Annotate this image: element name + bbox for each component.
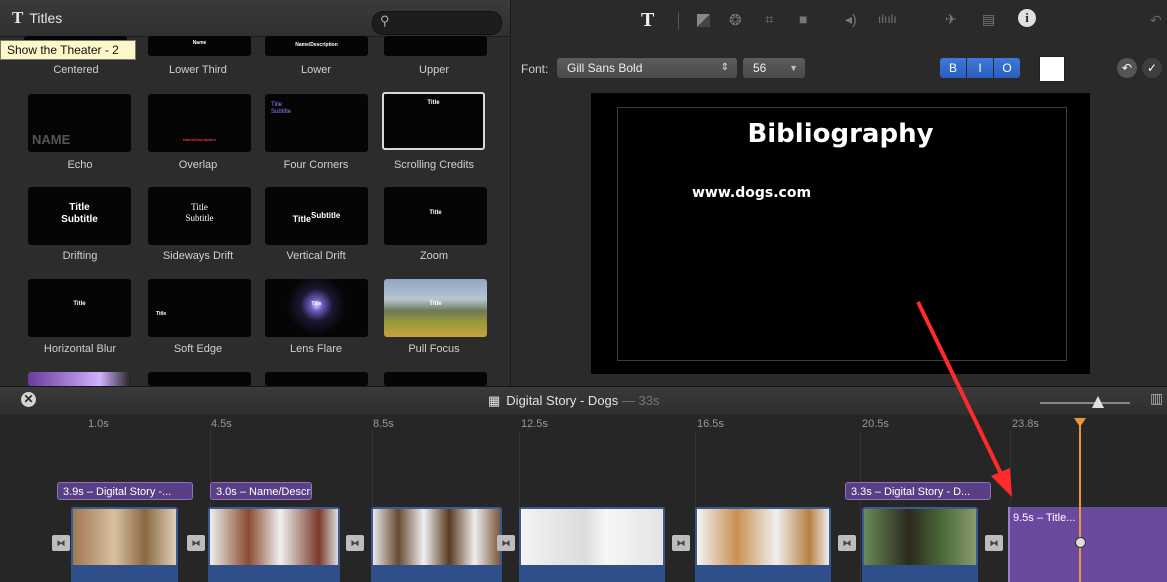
- annotation-arrow: [916, 301, 1012, 497]
- arrow-head: [991, 468, 1012, 497]
- arrow-shaft: [916, 301, 1005, 479]
